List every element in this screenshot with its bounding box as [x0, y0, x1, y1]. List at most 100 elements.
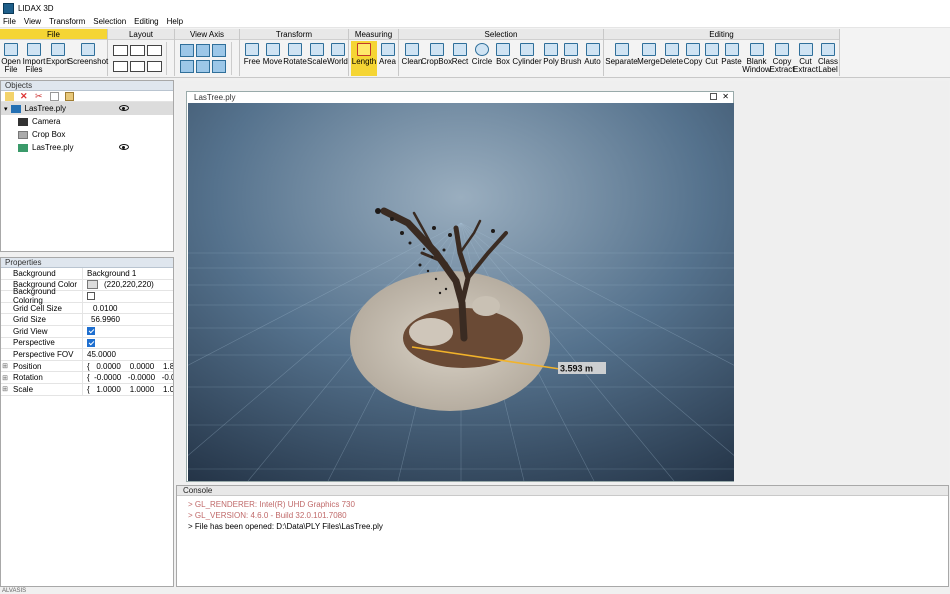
remove-icon[interactable]: ✕ [20, 91, 29, 101]
separate-button[interactable]: Separate [605, 41, 638, 76]
layout-quad-button[interactable] [130, 45, 145, 56]
perspective-checkbox[interactable] [87, 338, 95, 347]
cropbox-button[interactable]: CropBox [421, 41, 452, 76]
length-button[interactable]: Length [351, 41, 377, 76]
cylinder-select-button[interactable]: Cylinder [512, 41, 542, 76]
menu-file[interactable]: File [3, 17, 16, 26]
layout-three-button[interactable] [130, 61, 145, 72]
prop-perspective[interactable]: Perspective [1, 337, 173, 350]
layout-stack-button[interactable] [147, 61, 162, 72]
move-button[interactable]: Move [262, 41, 283, 76]
move-icon [265, 43, 280, 56]
delete-button[interactable]: Delete [660, 41, 683, 76]
prop-grid-size[interactable]: Grid Size 56.9960 [1, 314, 173, 326]
cut-button[interactable]: Cut [703, 41, 720, 76]
prop-grid-cell-size[interactable]: Grid Cell Size 0.0100 [1, 302, 173, 315]
menu-view[interactable]: View [24, 17, 41, 26]
visibility-eye-icon[interactable] [119, 144, 129, 150]
prop-rotation[interactable]: ⊞Rotation{ -0.0000 -0.0000 -0.0000 } [1, 372, 173, 384]
layout-single-button[interactable] [113, 45, 128, 56]
view-top-icon[interactable] [196, 60, 210, 73]
selection-group-title: Selection [399, 29, 603, 40]
add-folder-icon[interactable] [5, 91, 14, 101]
blank-window-button[interactable]: Blank Window [742, 41, 771, 76]
file-group: File Open File Import Files Export Scree… [0, 29, 108, 76]
console-title: Console [177, 486, 948, 496]
box-select-button[interactable]: Box [494, 41, 512, 76]
expand-icon[interactable]: ⊞ [1, 361, 9, 372]
export-button[interactable]: Export [46, 41, 69, 76]
view-front-icon[interactable] [180, 44, 194, 57]
clean-button[interactable]: Clean [401, 41, 423, 76]
layout-group-title: Layout [108, 29, 174, 40]
layout-split-h-button[interactable] [113, 61, 128, 72]
prop-background[interactable]: Background Background 1 [1, 267, 173, 280]
grid-view-checkbox[interactable] [87, 327, 95, 336]
class-label-button[interactable]: Class Label [817, 41, 839, 76]
area-button[interactable]: Area [377, 41, 398, 76]
3d-viewport-canvas[interactable]: 3.593 m [188, 103, 734, 481]
prop-grid-view[interactable]: Grid View [1, 325, 173, 338]
view-right-icon[interactable] [180, 60, 194, 73]
view-back-icon[interactable] [196, 44, 210, 57]
expand-icon[interactable]: ⊞ [1, 384, 9, 395]
layout-split-v-button[interactable] [147, 45, 162, 56]
paste-button[interactable]: Paste [720, 41, 743, 76]
menu-transform[interactable]: Transform [49, 17, 85, 26]
world-button[interactable]: World [327, 41, 348, 76]
brush-select-button[interactable]: Brush [560, 41, 582, 76]
scissors-icon [704, 43, 719, 56]
prop-background-coloring[interactable]: Background Coloring [1, 287, 173, 305]
prop-position[interactable]: ⊞Position{ 0.0000 0.0000 1.8298 } [1, 360, 173, 373]
measurement-value: 3.593 m [560, 364, 593, 374]
tree-item-crop-box[interactable]: Crop Box [1, 128, 173, 141]
rotate-button[interactable]: Rotate [283, 41, 307, 76]
close-icon[interactable]: ✕ [722, 93, 729, 101]
menu-selection[interactable]: Selection [93, 17, 126, 26]
polygon-icon [544, 43, 558, 56]
menu-help[interactable]: Help [167, 17, 183, 26]
menu-bar: File View Transform Selection Editing He… [0, 16, 950, 28]
copy-extract-button[interactable]: Copy Extract [770, 41, 794, 76]
free-transform-button[interactable]: Free [242, 41, 262, 76]
expand-icon[interactable]: ⊞ [1, 372, 9, 383]
merge-button[interactable]: Merge [637, 41, 660, 76]
editing-group: Editing Separate Merge Delete Copy Cut P… [604, 29, 840, 76]
console-line: > GL_RENDERER: Intel(R) UHD Graphics 730 [188, 500, 355, 509]
circle-select-button[interactable]: Circle [470, 41, 494, 76]
menu-editing[interactable]: Editing [134, 17, 158, 26]
view-bottom-icon[interactable] [212, 60, 226, 73]
background-coloring-checkbox[interactable] [87, 292, 95, 301]
paste-small-icon[interactable] [65, 91, 74, 101]
maximize-icon[interactable] [710, 93, 718, 100]
circle-icon [475, 43, 489, 56]
box-icon [496, 43, 510, 56]
color-swatch[interactable] [87, 280, 98, 290]
prop-perspective-fov[interactable]: Perspective FOV 45.0000 [1, 348, 173, 361]
tree-item-lastree-child[interactable]: LasTree.ply [1, 141, 173, 154]
cut-extract-button[interactable]: Cut Extract [793, 41, 818, 76]
collapse-caret-icon[interactable]: ▾ [4, 105, 8, 113]
tree-item-lastree-root[interactable]: ▾ LasTree.ply [1, 102, 173, 115]
visibility-eye-icon[interactable] [119, 105, 129, 111]
rect-select-button[interactable]: Rect [450, 41, 470, 76]
point-cloud-icon [18, 143, 28, 152]
open-file-button[interactable]: Open File [0, 41, 22, 76]
copy-button[interactable]: Copy [683, 41, 703, 76]
prop-scale[interactable]: ⊞Scale{ 1.0000 1.0000 1.0000 } [1, 383, 173, 396]
brush-icon [564, 43, 578, 56]
tree-item-camera[interactable]: Camera [1, 115, 173, 128]
layout-group: Layout [108, 29, 175, 76]
objects-toolbar: ✕ ✂ [1, 91, 173, 102]
copy-small-icon[interactable] [50, 91, 59, 101]
cut-icon[interactable]: ✂ [35, 91, 44, 101]
layout-scroll[interactable] [166, 42, 172, 75]
poly-select-button[interactable]: Poly [542, 41, 560, 76]
view-left-icon[interactable] [212, 44, 226, 57]
ruler-icon [357, 43, 371, 56]
import-files-button[interactable]: Import Files [22, 41, 46, 76]
auto-select-button[interactable]: Auto [582, 41, 603, 76]
scale-button[interactable]: Scale [307, 41, 327, 76]
screenshot-button[interactable]: Screenshot [68, 41, 108, 76]
view-axis-scroll[interactable] [231, 42, 237, 75]
